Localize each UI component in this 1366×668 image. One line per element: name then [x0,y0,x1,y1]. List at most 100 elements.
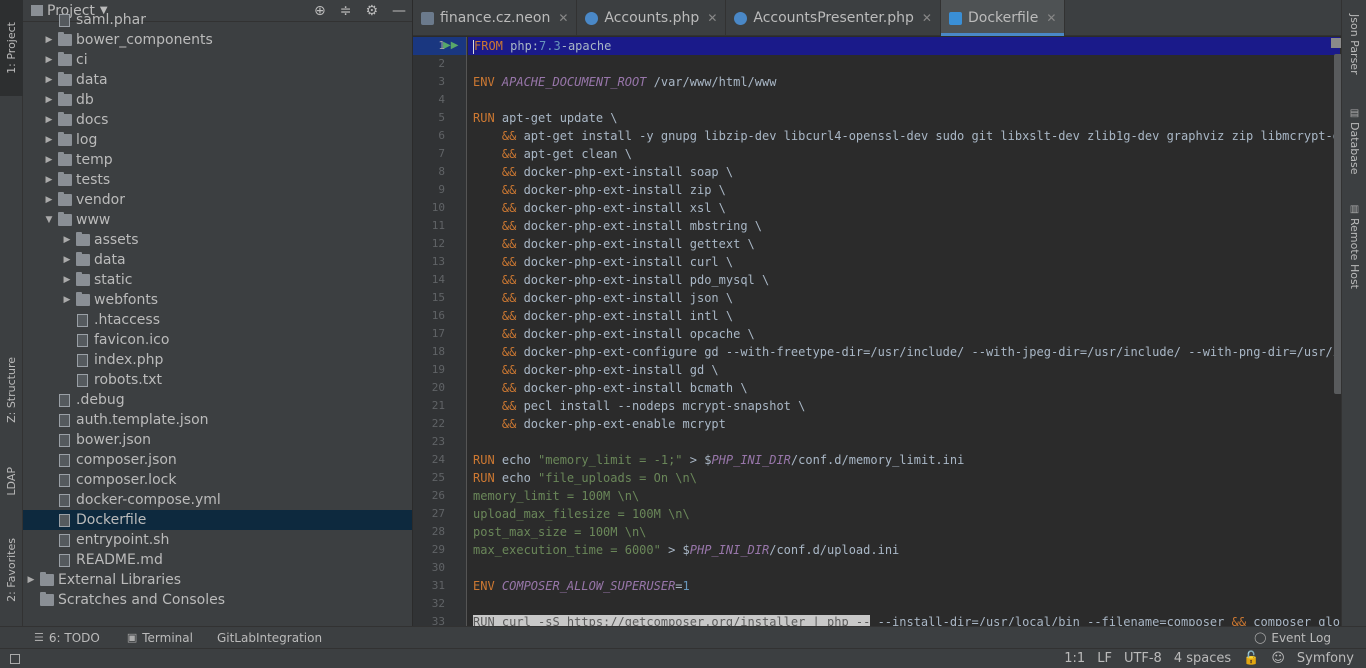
tool-tab-favorites[interactable]: 2: Favorites [0,524,23,616]
tool-tab-ldap[interactable]: LDAP [0,452,23,510]
expand-arrow-icon[interactable]: ▶ [61,235,73,245]
tree-folder[interactable]: ▶ log [23,130,412,150]
file-icon [77,373,88,387]
file-icon [59,553,70,567]
tree-file[interactable]: saml.phar [23,10,412,30]
expand-arrow-icon[interactable]: ▶ [61,275,73,285]
editor-tabs: finance.cz.neon ✕ Accounts.php ✕ AccountsPre… [413,0,1341,36]
tree-file[interactable]: composer.json [23,450,412,470]
close-icon[interactable]: ✕ [922,11,932,25]
tree-folder[interactable]: ▶ tests [23,170,412,190]
tool-tab-remote-host[interactable]: ▥ Remote Host [1342,204,1366,289]
tree-folder[interactable]: ▶ vendor [23,190,412,210]
tree-item-label: temp [76,152,113,168]
close-icon[interactable]: ✕ [1046,11,1056,25]
event-log-button[interactable]: ◯ Event Log [1254,631,1331,645]
tree-file[interactable]: bower.json [23,430,412,450]
code-token: 7.3 [539,39,561,53]
framework-label[interactable]: Symfony [1297,651,1354,666]
expand-arrow-icon[interactable]: ▶ [43,75,55,85]
file-encoding[interactable]: UTF-8 [1124,651,1162,666]
tool-tab-structure[interactable]: Z: Structure [0,345,23,435]
expand-arrow-icon[interactable]: ▶ [43,115,55,125]
run-icon[interactable]: ▶▶ [443,40,458,51]
expand-arrow-icon[interactable]: ▶ [43,95,55,105]
code-token: composer global [1253,615,1340,626]
line-number: 3 [438,75,445,88]
folder-icon [58,212,72,226]
tab-accounts-php[interactable]: Accounts.php ✕ [577,0,727,36]
expand-arrow-icon[interactable]: ▶ [43,155,55,165]
tool-tab-database[interactable]: ▤ Database [1342,108,1366,175]
line-number: 8 [438,165,445,178]
tree-folder[interactable]: ▶ docs [23,110,412,130]
expand-arrow-icon[interactable]: ▶ [25,575,37,585]
lock-icon[interactable]: 🔓 [1243,651,1259,666]
tool-tab-json-parser[interactable]: Json Parser [1342,14,1366,75]
tab-dockerfile[interactable]: Dockerfile ✕ [940,0,1066,36]
tree-folder[interactable]: ▶ temp [23,150,412,170]
expand-arrow-icon[interactable]: ▶ [43,55,55,65]
expand-arrow-icon[interactable]: ▶ [61,295,73,305]
close-icon[interactable]: ✕ [707,11,717,25]
tree-file[interactable]: Scratches and Consoles [23,590,412,610]
tree-folder[interactable]: ▶ bower_components [23,30,412,50]
tree-folder[interactable]: ▶ data [23,70,412,90]
terminal-tool-button[interactable]: ▣ Terminal [127,631,193,645]
line-number: 12 [431,237,445,250]
tab-finance-cz-neon[interactable]: finance.cz.neon ✕ [413,0,578,36]
tree-file[interactable]: composer.lock [23,470,412,490]
code-token: docker-php-ext-enable mcrypt [516,417,726,431]
expand-arrow-icon[interactable]: ▶ [43,195,55,205]
inspection-marker[interactable] [1331,38,1341,48]
gitlab-tool-button[interactable]: GitLabIntegration [217,631,322,645]
tree-file[interactable]: entrypoint.sh [23,530,412,550]
tab-accountspresenter-php[interactable]: AccountsPresenter.php ✕ [726,0,941,36]
folder-icon [58,152,72,166]
tree-file[interactable]: robots.txt [23,370,412,390]
indent-setting[interactable]: 4 spaces [1174,651,1231,666]
tree-folder[interactable]: ▶ ci [23,50,412,70]
code-editor[interactable]: FROM php:7.3-apache ENV APACHE_DOCUMENT_R… [468,37,1340,626]
expand-arrow-icon[interactable]: ▶ [61,255,73,265]
line-separator[interactable]: LF [1097,651,1112,666]
expand-arrow-icon[interactable]: ▶ [43,175,55,185]
tool-tab-project[interactable]: 1: Project [0,0,23,96]
code-token: PHP_INI_DIR [711,453,791,467]
tree-folder[interactable]: ▶ db [23,90,412,110]
tree-folder[interactable]: ▶ static [23,270,412,290]
tree-file[interactable]: README.md [23,550,412,570]
tree-folder[interactable]: ▼ www [23,210,412,230]
code-line: && docker-php-ext-install soap \ [473,163,733,181]
tree-item-label: db [76,92,94,108]
expand-arrow-icon[interactable]: ▶ [43,135,55,145]
event-log-icon: ◯ [1254,631,1267,644]
line-number: 11 [431,219,445,232]
expand-arrow-icon[interactable]: ▼ [43,215,55,225]
tree-file[interactable]: .htaccess [23,310,412,330]
tree-folder[interactable]: ▶ data [23,250,412,270]
right-tool-strip: Json Parser ▤ Database ▥ Remote Host [1341,0,1366,626]
code-line: && docker-php-ext-install gettext \ [473,235,755,253]
tree-file[interactable]: docker-compose.yml [23,490,412,510]
inspector-icon[interactable]: ☺ [1271,651,1285,666]
tree-folder[interactable]: ▶ assets [23,230,412,250]
tree-folder[interactable]: ▶ webfonts [23,290,412,310]
tree-file[interactable]: auth.template.json [23,410,412,430]
close-icon[interactable]: ✕ [558,11,568,25]
database-icon: ▤ [1349,108,1360,119]
tree-file[interactable]: ▶ External Libraries [23,570,412,590]
tree-item-label: tests [76,172,111,188]
tree-item-label: log [76,132,98,148]
todo-tool-button[interactable]: ☰ 6: TODO [34,631,100,645]
tree-file[interactable]: .debug [23,390,412,410]
expand-arrow-icon[interactable]: ▶ [43,35,55,45]
code-token: docker-php-ext-install intl \ [516,309,734,323]
tree-file[interactable]: Dockerfile [23,510,412,530]
tree-item-label: .htaccess [94,312,160,328]
caret-position[interactable]: 1:1 [1064,651,1085,666]
tree-file[interactable]: favicon.ico [23,330,412,350]
toggle-tool-windows-icon[interactable] [10,653,20,664]
tree-file[interactable]: index.php [23,350,412,370]
